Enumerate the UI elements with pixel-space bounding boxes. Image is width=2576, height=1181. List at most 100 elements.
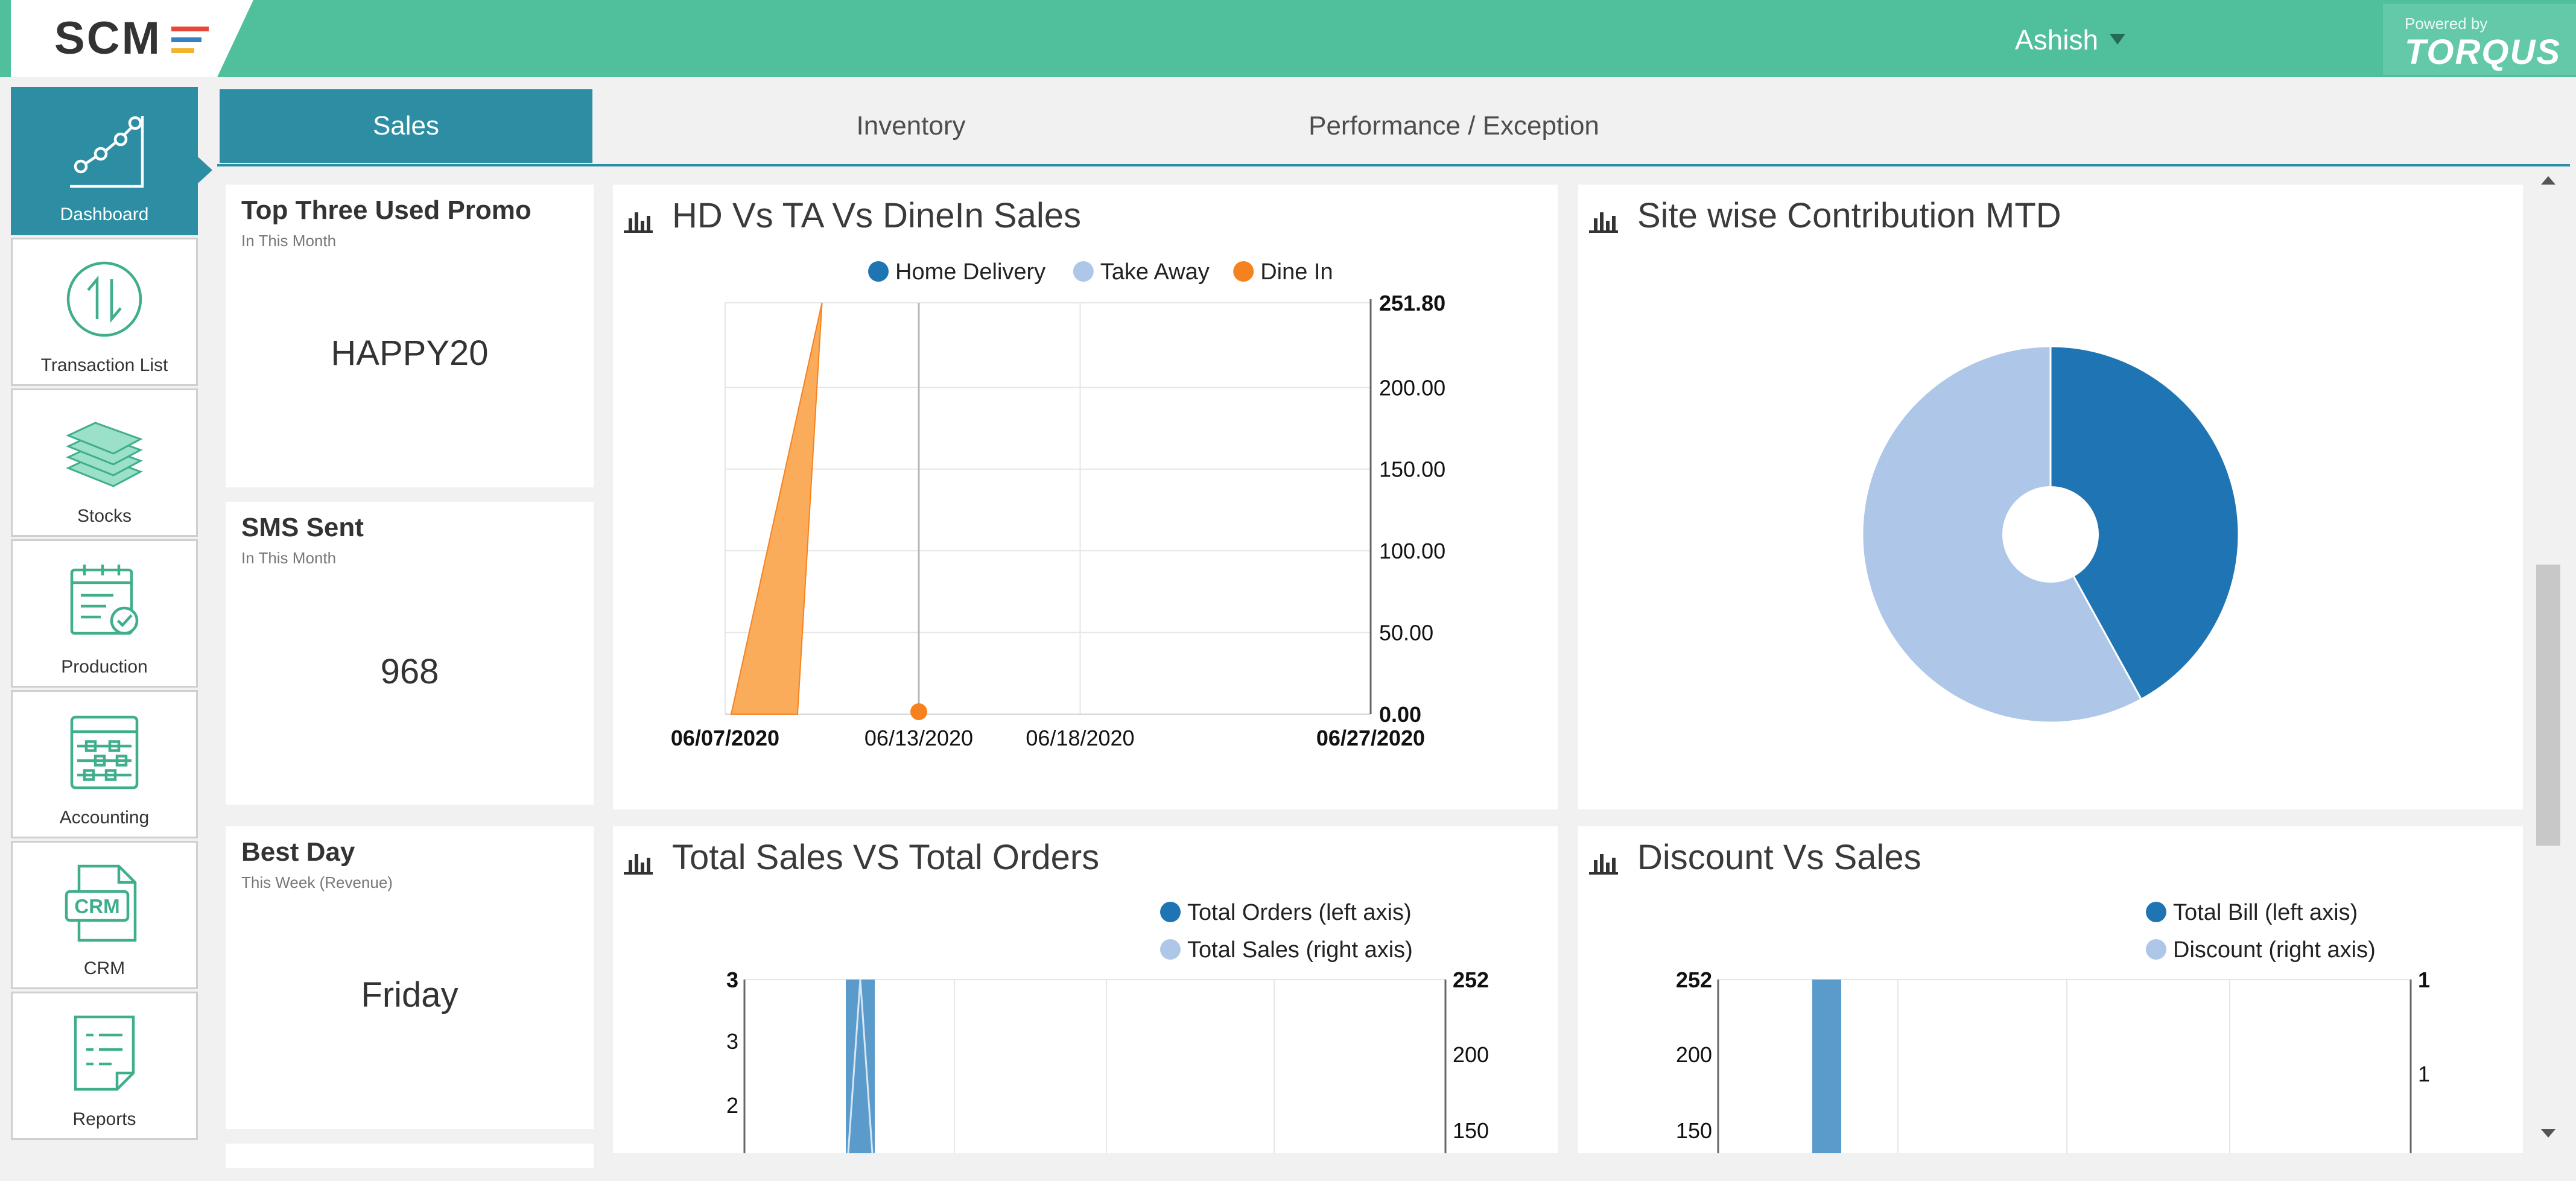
scroll-down-arrow-icon[interactable] bbox=[2541, 1129, 2555, 1138]
card-subtitle: In This Month bbox=[241, 232, 337, 250]
legend-label: Discount (right axis) bbox=[2173, 937, 2376, 963]
powered-by-brand: TORQUS bbox=[2405, 33, 2562, 72]
bar-chart-icon bbox=[624, 212, 653, 233]
y-tick-label: 100.00 bbox=[1379, 539, 1445, 563]
sidebar-item-label: Production bbox=[61, 657, 148, 677]
card-subtitle: In This Month bbox=[241, 549, 337, 567]
card-title: SMS Sent bbox=[241, 513, 364, 542]
right-tick-label: 200 bbox=[1453, 1042, 1489, 1067]
series-area-dine-in bbox=[730, 302, 823, 715]
accounting-icon bbox=[70, 715, 139, 790]
sales-vs-orders-card: Total Orders (left axis) Total Sales (rig… bbox=[613, 826, 1558, 1153]
menu-lines-icon bbox=[171, 27, 209, 53]
promo-value: HAPPY20 bbox=[331, 334, 489, 373]
card-title: Best Day bbox=[241, 837, 355, 867]
series-marker-dine-in bbox=[910, 703, 927, 720]
bar-chart-icon bbox=[1589, 854, 1618, 875]
legend-label: Total Sales (right axis) bbox=[1187, 937, 1413, 963]
card-subtitle: This Week (Revenue) bbox=[241, 873, 393, 891]
legend-marker bbox=[2146, 902, 2166, 922]
next-stat-card bbox=[226, 1144, 594, 1168]
right-tick-label: 1 bbox=[2418, 967, 2430, 992]
sidebar-item-label: CRM bbox=[83, 958, 125, 978]
left-tick-label: 252 bbox=[1676, 967, 1712, 992]
sidebar-item-production[interactable]: Production bbox=[11, 539, 198, 688]
site-contribution-card: Site wise Contribution MTD bbox=[1578, 185, 2523, 809]
dashboard-icon bbox=[70, 116, 144, 188]
legend-label: Take Away bbox=[1100, 259, 1210, 285]
active-item-indicator bbox=[198, 157, 212, 183]
card-title: HD Vs TA Vs DineIn Sales bbox=[672, 196, 1082, 235]
tab-bar: Sales Inventory Performance / Exception bbox=[217, 89, 2570, 165]
sms-sent-value: 968 bbox=[380, 652, 439, 691]
best-day-card: Best Day This Week (Revenue) Friday bbox=[226, 826, 594, 1129]
x-tick-label: 06/07/2020 bbox=[671, 726, 779, 750]
best-day-value: Friday bbox=[361, 975, 458, 1015]
discount-vs-sales-card: Total Bill (left axis) Discount (right ax… bbox=[1578, 826, 2523, 1153]
x-tick-label: 06/13/2020 bbox=[864, 726, 973, 750]
tab-underline bbox=[217, 164, 2570, 166]
sidebar-item-accounting[interactable]: Accounting bbox=[11, 690, 198, 838]
x-tick-label: 06/27/2020 bbox=[1316, 726, 1425, 750]
y-tick-label: 0.00 bbox=[1379, 702, 1421, 727]
powered-by-label: Powered by bbox=[2405, 14, 2488, 33]
sidebar-item-label: Reports bbox=[72, 1109, 136, 1129]
legend-marker bbox=[1073, 261, 1094, 282]
hd-ta-dinein-chart: Home Delivery Take Away Dine In 0.00 50.00 10… bbox=[671, 259, 1445, 750]
crm-icon: CRM bbox=[65, 864, 137, 942]
right-tick-label: 1 bbox=[2418, 1062, 2430, 1086]
card-title: Discount Vs Sales bbox=[1637, 838, 1921, 877]
user-menu-name[interactable]: Ashish bbox=[2015, 23, 2098, 57]
right-tick-label: 252 bbox=[1453, 967, 1489, 992]
legend-marker bbox=[1233, 261, 1254, 282]
legend-marker bbox=[868, 261, 889, 282]
user-menu-caret-icon[interactable] bbox=[2110, 34, 2125, 45]
left-tick-label: 150 bbox=[1676, 1118, 1712, 1143]
left-tick-label: 3 bbox=[726, 1029, 738, 1054]
legend-marker bbox=[1160, 939, 1181, 960]
y-tick-label: 200.00 bbox=[1379, 375, 1445, 400]
legend-label: Total Orders (left axis) bbox=[1187, 900, 1412, 925]
left-tick-label: 3 bbox=[726, 967, 738, 992]
hd-ta-dinein-card: Home Delivery Take Away Dine In 0.00 50.00 10… bbox=[613, 185, 1558, 809]
crm-icon-text: CRM bbox=[74, 895, 119, 917]
left-tick-label: 200 bbox=[1676, 1042, 1712, 1067]
tab-inventory[interactable]: Inventory bbox=[688, 89, 1134, 163]
x-tick-label: 06/18/2020 bbox=[1026, 726, 1134, 750]
site-contribution-chart bbox=[1861, 345, 2240, 724]
left-tick-label: 2 bbox=[726, 1093, 738, 1118]
top-bar: SCM Ashish Powered by TORQUS bbox=[0, 0, 2576, 77]
stocks-icon bbox=[66, 422, 143, 487]
transaction-list-icon bbox=[66, 261, 142, 337]
sidebar-item-reports[interactable]: Reports bbox=[11, 992, 198, 1140]
powered-by-badge: Powered by TORQUS bbox=[2383, 4, 2576, 75]
legend-marker bbox=[1160, 902, 1181, 922]
sidebar-item-transaction-list[interactable]: Transaction List bbox=[11, 238, 198, 386]
scrollbar-thumb[interactable] bbox=[2536, 565, 2560, 846]
y-tick-label: 150.00 bbox=[1379, 457, 1445, 482]
legend-marker bbox=[2146, 939, 2166, 960]
sms-sent-card: SMS Sent In This Month 968 bbox=[226, 502, 594, 805]
sidebar-item-crm[interactable]: CRM CRM bbox=[11, 841, 198, 989]
sidebar-item-label: Stocks bbox=[77, 506, 132, 526]
sidebar-item-label: Transaction List bbox=[40, 355, 168, 375]
sidebar-item-label: Dashboard bbox=[60, 204, 149, 224]
right-tick-label: 150 bbox=[1453, 1118, 1489, 1143]
card-title: Site wise Contribution MTD bbox=[1637, 196, 2061, 235]
tab-sales[interactable]: Sales bbox=[220, 89, 592, 163]
sidebar: Dashboard Transaction List Stocks Produc… bbox=[11, 87, 198, 1142]
logo[interactable]: SCM bbox=[0, 0, 253, 77]
app-root: SCM Ashish Powered by TORQUS Dashboard T… bbox=[0, 0, 2576, 1181]
legend-label: Home Delivery bbox=[895, 259, 1045, 285]
sidebar-item-dashboard[interactable]: Dashboard bbox=[11, 87, 198, 235]
logo-text: SCM bbox=[54, 13, 162, 64]
sidebar-item-stocks[interactable]: Stocks bbox=[11, 388, 198, 537]
scroll-up-arrow-icon[interactable] bbox=[2541, 176, 2555, 185]
card-title: Top Three Used Promo bbox=[241, 195, 531, 225]
legend-label: Dine In bbox=[1260, 259, 1333, 285]
card-title: Total Sales VS Total Orders bbox=[672, 838, 1100, 877]
reports-icon bbox=[74, 1015, 135, 1091]
production-icon bbox=[70, 565, 139, 635]
legend-label: Total Bill (left axis) bbox=[2173, 900, 2358, 925]
tab-performance-exception[interactable]: Performance / Exception bbox=[1146, 89, 1762, 163]
